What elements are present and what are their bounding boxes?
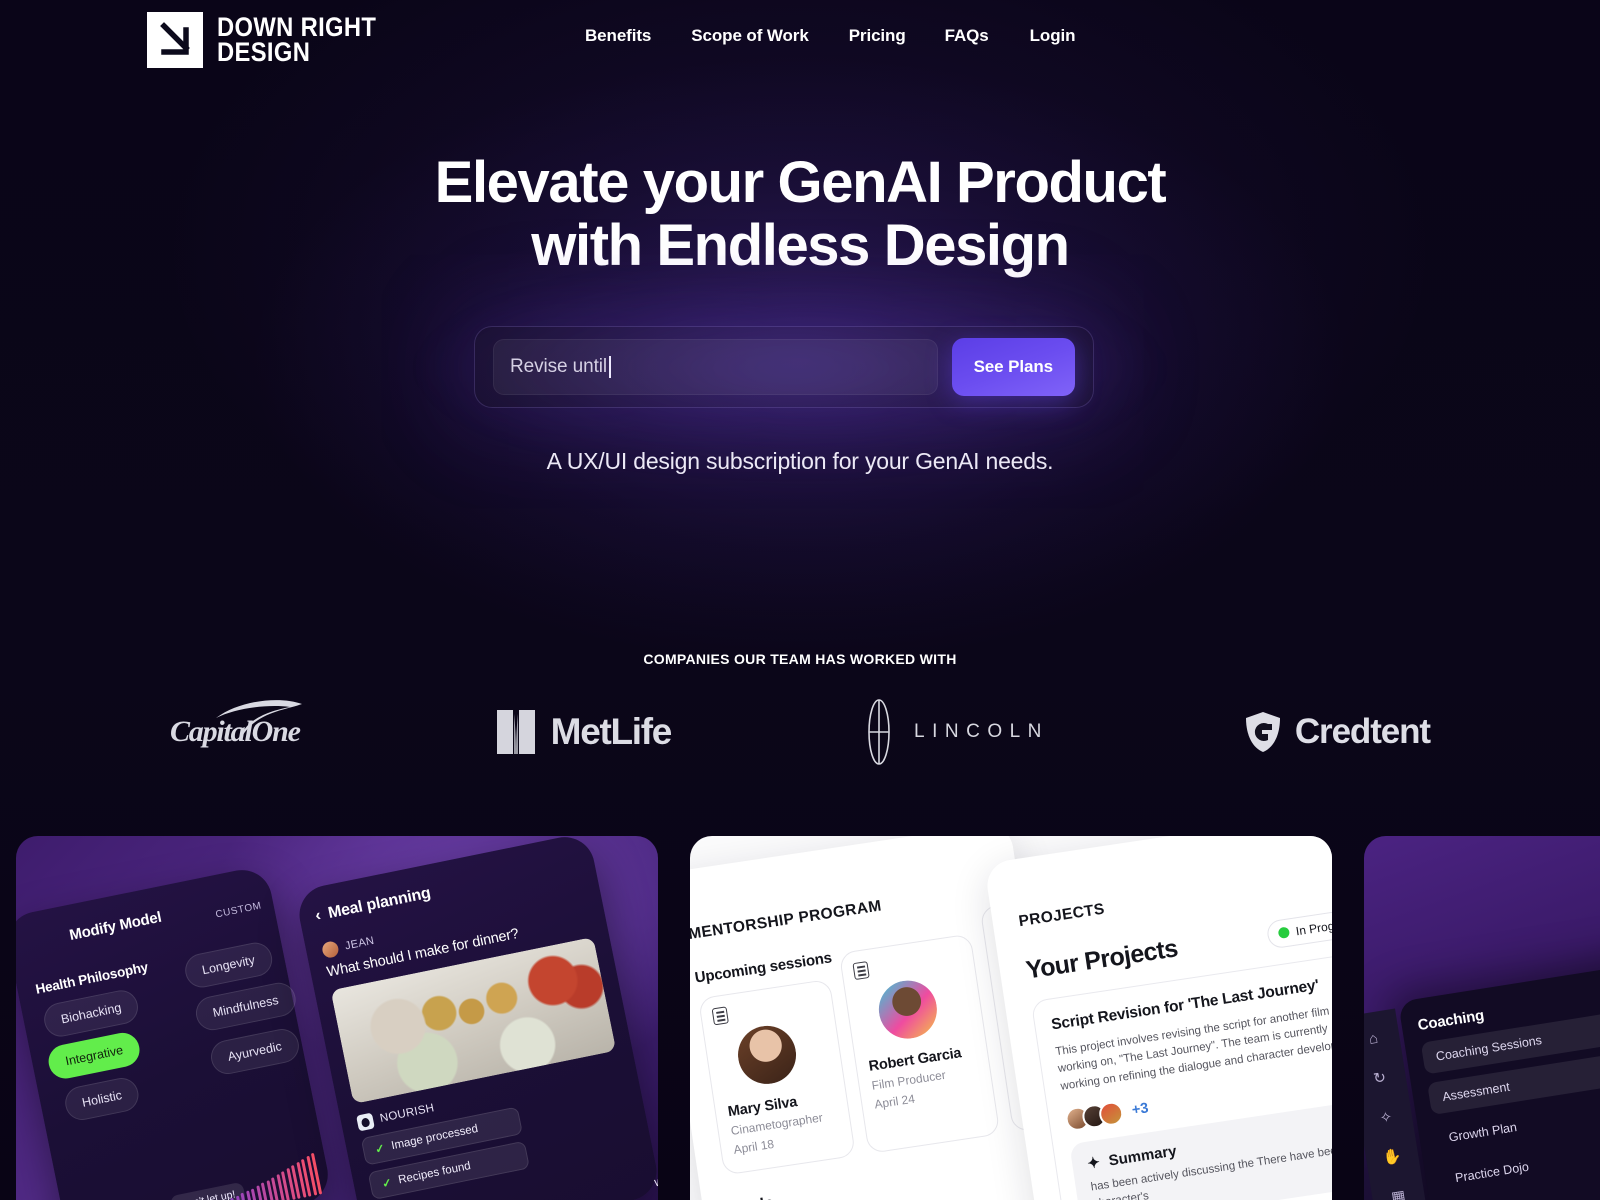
site-header: DOWN RIGHT DESIGN Benefits Scope of Work… <box>0 0 1600 80</box>
coaching-icon-rail: ⌂ ↻ ✧ ✋ ▦ 🔖 <box>1364 1008 1439 1200</box>
down-right-arrow-icon <box>147 12 203 68</box>
pill-integrative[interactable]: Integrative <box>45 1029 143 1082</box>
project-card[interactable]: Script Revision for 'The Last Journey' T… <box>1030 949 1332 1200</box>
search-input[interactable]: Revise until <box>493 339 938 395</box>
metlife-text: MetLife <box>550 711 673 752</box>
meal-planning-title: Meal planning <box>326 884 433 923</box>
credtent-shield-icon <box>1245 712 1280 752</box>
page-root: DOWN RIGHT DESIGN Benefits Scope of Work… <box>0 0 1600 1200</box>
see-plans-button[interactable]: See Plans <box>951 338 1075 396</box>
pill-ayurvedic[interactable]: Ayurvedic <box>207 1026 302 1078</box>
brand-wordmark: DOWN RIGHT DESIGN <box>217 13 398 67</box>
sessions-list: Mary Silva Cinametographer April 18 Robe… <box>697 888 1145 1176</box>
hero-subtitle: A UX/UI design subscription for your Gen… <box>546 448 1054 474</box>
check-icon: ✓ <box>381 1177 394 1191</box>
avatar <box>734 1021 801 1088</box>
page-title: Elevate your GenAI Product with Endless … <box>0 150 1600 278</box>
audio-waveform-icon <box>176 1151 323 1200</box>
sparkle-icon: ✦ <box>1086 1154 1102 1173</box>
nourish-app-icon <box>356 1112 375 1132</box>
brand-line-2: DESIGN <box>217 37 311 67</box>
session-card[interactable]: Mary Silva Cinametographer April 18 <box>697 978 856 1176</box>
showcase-gallery: Modify Model CUSTOM Health Philosophy Bi… <box>16 836 1600 1200</box>
search-input-value: Revise until <box>510 356 608 377</box>
sparkle-icon[interactable]: ✧ <box>1378 1107 1393 1127</box>
chat-username: JEAN <box>343 934 376 953</box>
status-dot-icon <box>1277 926 1290 940</box>
phone-mockup-modify-model: Modify Model CUSTOM Health Philosophy Bi… <box>16 864 334 1200</box>
credtent-text: Credtent <box>1294 712 1431 751</box>
hero-cta-panel: Revise until See Plans <box>474 326 1094 408</box>
grid-icon[interactable]: ▦ <box>1390 1186 1407 1200</box>
company-logos: Capital One MetLife LINCOLN Credtent <box>110 692 1490 772</box>
hero-title-line-2: with Endless Design <box>531 212 1070 278</box>
showcase-card-health-app[interactable]: Modify Model CUSTOM Health Philosophy Bi… <box>16 836 658 1200</box>
hand-icon[interactable]: ✋ <box>1382 1146 1403 1167</box>
brand-logo[interactable]: DOWN RIGHT DESIGN <box>147 12 398 68</box>
logo-capital-one: Capital One <box>170 697 302 767</box>
avatar <box>874 976 941 1043</box>
pill-biohacking[interactable]: Biohacking <box>41 987 142 1040</box>
showcase-card-mentorship-app[interactable]: MENTORSHIP PROGRAM Upcoming sessions Mar… <box>690 836 1332 1200</box>
avatar-overflow-count: +3 <box>1130 1100 1150 1119</box>
status-recipes-found-label: Recipes found <box>397 1160 472 1187</box>
primary-nav: Benefits Scope of Work Pricing FAQs Logi… <box>585 20 1076 52</box>
summary-label: Summary <box>1107 1142 1178 1170</box>
pill-longevity[interactable]: Longevity <box>182 939 275 991</box>
nav-item-benefits[interactable]: Benefits <box>585 20 651 52</box>
avatar <box>320 940 340 959</box>
check-icon: ✓ <box>374 1142 387 1157</box>
status-badge-label: In Progress <box>1294 914 1332 938</box>
note-icon <box>711 1006 729 1026</box>
chevron-left-icon: ‹ <box>313 907 323 925</box>
nav-item-faqs[interactable]: FAQs <box>945 20 989 52</box>
pill-holistic[interactable]: Holistic <box>62 1074 142 1124</box>
logo-lincoln: LINCOLN <box>866 697 1049 767</box>
home-icon[interactable]: ⌂ <box>1368 1030 1380 1048</box>
showcase-card-coaching-app[interactable]: ⌂ ↻ ✧ ✋ ▦ 🔖 Coaching Coaching Sessions A… <box>1364 836 1600 1200</box>
refresh-icon[interactable]: ↻ <box>1372 1068 1387 1088</box>
capital-one-swoosh-icon <box>216 700 302 740</box>
status-image-processed-label: Image processed <box>390 1122 480 1153</box>
side-text: wonderful ingredients delicious <box>653 1142 658 1190</box>
metlife-mark-icon <box>496 710 535 754</box>
logo-metlife: MetLife <box>495 697 673 767</box>
note-icon <box>852 961 870 981</box>
hero-title-line-1: Elevate your GenAI Product <box>434 150 1167 215</box>
pill-mindfulness[interactable]: Mindfulness <box>192 979 299 1034</box>
nav-item-pricing[interactable]: Pricing <box>849 20 906 52</box>
coaching-panel: ⌂ ↻ ✧ ✋ ▦ 🔖 Coaching Coaching Sessions A… <box>1364 936 1600 1200</box>
status-badge: In Progress <box>1265 905 1332 950</box>
projects-panel: + PROJECTS Your Projects In Progress Scr… <box>983 836 1332 1200</box>
nav-item-login[interactable]: Login <box>1030 20 1076 52</box>
assistant-name: NOURISH <box>378 1102 436 1125</box>
companies-label: COMPANIES OUR TEAM HAS WORKED WITH <box>643 651 957 667</box>
text-caret <box>609 356 612 378</box>
logo-credtent: Credtent <box>1244 697 1431 767</box>
lincoln-emblem-icon <box>868 699 890 765</box>
session-card[interactable]: Robert Garcia Film Producer April 24 <box>838 933 1001 1154</box>
phone-mockup-meal-planning: ‹ Meal planning JEAN What should I make … <box>294 836 658 1200</box>
nav-item-scope-of-work[interactable]: Scope of Work <box>691 20 809 52</box>
projects-title: Your Projects <box>1024 934 1180 985</box>
lincoln-text: LINCOLN <box>914 721 1049 742</box>
